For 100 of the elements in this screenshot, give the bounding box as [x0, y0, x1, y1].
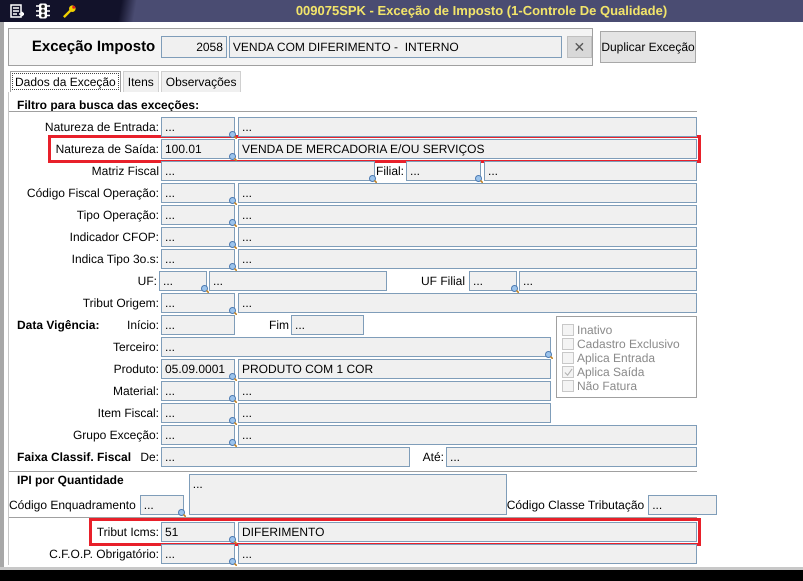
input-field[interactable]: ... — [161, 425, 235, 445]
field-label: Natureza de Entrada: — [44, 119, 159, 136]
input-field[interactable]: 100.01 — [161, 139, 235, 159]
input-field[interactable]: ... — [161, 544, 235, 564]
window-title: 009075SPK - Exceção de Imposto (1-Controle De Qualidade) — [294, 2, 668, 20]
input-field[interactable]: ... — [238, 293, 697, 313]
search-icon[interactable] — [229, 153, 237, 161]
search-icon[interactable] — [201, 285, 209, 293]
input-field[interactable]: ... — [161, 381, 235, 401]
input-field[interactable]: ... — [161, 205, 235, 225]
clear-button[interactable]: ✕ — [567, 36, 592, 58]
input-field[interactable]: PRODUTO COM 1 COR — [238, 359, 551, 379]
search-icon[interactable] — [229, 439, 237, 447]
input-field[interactable]: ... — [648, 495, 718, 515]
field-label: Material: — [112, 383, 159, 400]
search-icon[interactable] — [229, 373, 237, 381]
search-icon[interactable] — [229, 263, 237, 271]
input-field[interactable]: ... — [161, 315, 235, 335]
description-field[interactable]: VENDA COM DIFERIMENTO - INTERNO — [228, 36, 562, 58]
field-label: Indica Tipo 3o.s: — [72, 251, 159, 268]
field-label: C.F.O.P. Obrigatório: — [49, 546, 159, 563]
input-field[interactable]: ... — [159, 271, 207, 291]
field-label: UF: — [138, 273, 157, 290]
input-field[interactable]: DIFERIMENTO — [238, 522, 697, 542]
input-field[interactable]: ... — [161, 447, 410, 467]
wrench-icon[interactable] — [62, 4, 77, 18]
field-label: Produto: — [114, 361, 159, 378]
field-label: Natureza de Saída: — [56, 141, 159, 158]
field-label: Tipo Operação: — [76, 207, 159, 224]
section-title: Filtro para busca das exceções: — [16, 97, 200, 111]
input-field[interactable]: ... — [238, 381, 551, 401]
code-field[interactable]: 2058 — [161, 36, 227, 58]
field-label: Código Fiscal Operação: — [26, 185, 159, 202]
input-field[interactable]: ... — [238, 425, 697, 445]
checkbox-label: Aplica Saída — [577, 364, 644, 381]
search-icon[interactable] — [229, 131, 237, 139]
search-icon[interactable] — [229, 536, 237, 544]
input-field[interactable]: 51 — [161, 522, 235, 542]
input-field[interactable]: ... — [238, 403, 551, 423]
duplicate-button[interactable]: Duplicar Exceção — [600, 31, 696, 63]
checkbox-label: Aplica Entrada — [577, 350, 656, 367]
search-icon[interactable] — [229, 307, 237, 315]
input-field[interactable]: ... — [238, 117, 697, 137]
input-field[interactable]: ... — [291, 315, 364, 335]
input-field[interactable]: ... — [188, 474, 507, 515]
search-icon[interactable] — [229, 241, 237, 249]
check-icon — [564, 368, 572, 376]
input-field[interactable]: ... — [161, 161, 375, 181]
input-field[interactable]: ... — [484, 161, 697, 181]
field-label: Matriz Fiscal — [92, 163, 159, 180]
input-field[interactable]: ... — [161, 403, 235, 423]
field-label: UF Filial — [420, 273, 466, 290]
input-field[interactable]: ... — [238, 544, 697, 564]
field-label: Data Vigência: — [17, 317, 100, 334]
tab[interactable]: Observações — [160, 71, 242, 92]
input-field[interactable]: ... — [238, 183, 697, 203]
search-icon[interactable] — [229, 197, 237, 205]
tab[interactable]: Itens — [122, 71, 159, 92]
checkbox-label: Inativo — [577, 322, 612, 339]
search-icon[interactable] — [475, 175, 483, 183]
search-icon[interactable] — [229, 395, 237, 403]
list-icon[interactable] — [10, 4, 24, 18]
input-field[interactable]: ... — [519, 271, 697, 291]
search-icon[interactable] — [545, 351, 553, 359]
input-field[interactable]: ... — [406, 161, 481, 181]
input-field[interactable]: ... — [209, 271, 387, 291]
field-label: Terceiro: — [112, 339, 159, 356]
field-label: Fim — [268, 317, 290, 334]
input-field[interactable]: ... — [161, 227, 235, 247]
input-field[interactable]: ... — [238, 205, 697, 225]
input-field[interactable]: ... — [469, 271, 517, 291]
search-icon[interactable] — [229, 558, 237, 566]
search-icon[interactable] — [511, 285, 519, 293]
input-field[interactable]: ... — [238, 249, 697, 269]
search-icon[interactable] — [229, 417, 237, 425]
search-icon[interactable] — [369, 175, 377, 183]
header-label: Exceção Imposto — [30, 36, 156, 57]
field-label: Início: — [126, 317, 159, 334]
tab[interactable]: Dados da Exceção — [10, 71, 121, 92]
field-label: Código Enquadramento — [9, 497, 136, 514]
field-label: Código Classe Tributação — [506, 497, 644, 514]
input-field[interactable]: ... — [161, 293, 235, 313]
field-label: Faixa Classif. Fiscal — [17, 449, 132, 466]
field-label: Filial: — [375, 163, 405, 180]
input-field[interactable]: ... — [161, 337, 551, 357]
search-icon[interactable] — [178, 509, 186, 517]
input-field[interactable]: VENDA DE MERCADORIA E/OU SERVIÇOS — [238, 139, 697, 159]
field-label: Tribut Origem: — [82, 295, 159, 312]
search-icon[interactable] — [229, 219, 237, 227]
input-field[interactable]: ... — [446, 447, 697, 467]
checkbox-label: Não Fatura — [577, 378, 638, 395]
input-field[interactable]: ... — [161, 249, 235, 269]
input-field[interactable]: ... — [140, 495, 184, 515]
field-label: Indicador CFOP: — [70, 229, 159, 246]
input-field[interactable]: ... — [238, 227, 697, 247]
input-field[interactable]: ... — [161, 117, 235, 137]
traffic-light-icon[interactable] — [36, 3, 50, 19]
section-title: IPI por Quantidade — [16, 472, 125, 489]
input-field[interactable]: ... — [161, 183, 235, 203]
input-field[interactable]: 05.09.0001 — [161, 359, 235, 379]
